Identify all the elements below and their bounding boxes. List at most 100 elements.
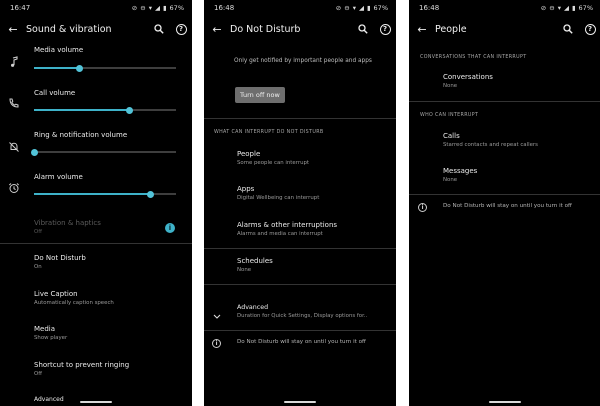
item-title: Do Not Disturb xyxy=(34,254,86,262)
item-title: Apps xyxy=(237,185,255,193)
slider-thumb[interactable] xyxy=(125,106,133,114)
slider-thumb[interactable] xyxy=(75,64,83,72)
do-not-disturb-screen: 16:48 ⊘ ⊖ ▾ ◢ ▮ 67% ← Do Not Disturb ? O… xyxy=(204,0,396,406)
media-volume-slider[interactable] xyxy=(34,64,176,72)
call-volume-slider[interactable] xyxy=(34,106,176,114)
item-title: Conversations xyxy=(443,73,493,81)
search-icon[interactable] xyxy=(148,24,170,34)
status-bar: 16:47 ⊘ ⊖ ▾ ◢ ▮ 67% xyxy=(10,3,184,13)
item-subtitle: On xyxy=(34,264,42,270)
app-bar: ← Sound & vibration ? xyxy=(0,18,192,40)
search-icon[interactable] xyxy=(557,24,579,34)
status-bar: 16:48 ⊘ ⊖ ▾ ◢ ▮ 67% xyxy=(419,3,593,13)
battery-icon: ▮ xyxy=(571,4,576,12)
battery-level: 67% xyxy=(578,4,593,12)
status-time: 16:48 xyxy=(214,4,235,12)
signal-icon: ◢ xyxy=(563,4,569,12)
section-header: WHAT CAN INTERRUPT DO NOT DISTURB xyxy=(214,130,324,135)
item-title: Calls xyxy=(443,132,460,140)
gesture-nav-bar[interactable] xyxy=(284,401,316,403)
item-subtitle: Starred contacts and repeat callers xyxy=(443,142,538,148)
turn-off-now-button[interactable]: Turn off now xyxy=(235,87,285,103)
page-title: Sound & vibration xyxy=(26,23,112,35)
gesture-nav-bar[interactable] xyxy=(80,401,112,403)
dnd-icon: ⊖ xyxy=(549,4,555,12)
vibration-haptics-item[interactable]: Vibration & haptics Off xyxy=(34,219,101,235)
ring-volume-label: Ring & notification volume xyxy=(34,131,128,139)
app-bar: ← People ? xyxy=(409,18,600,40)
media-volume-label: Media volume xyxy=(34,46,84,54)
info-icon[interactable]: i xyxy=(165,223,175,233)
gesture-nav-bar[interactable] xyxy=(489,401,521,403)
item-title: Live Caption xyxy=(34,290,78,298)
app-bar: ← Do Not Disturb ? xyxy=(204,18,396,40)
dnd-icon: ⊖ xyxy=(140,4,146,12)
slider-thumb[interactable] xyxy=(146,190,154,198)
wifi-icon: ▾ xyxy=(557,4,561,12)
help-icon[interactable]: ? xyxy=(584,23,596,35)
battery-level: 67% xyxy=(169,4,184,12)
wifi-icon: ▾ xyxy=(148,4,152,12)
dnd-description: Only get notified by important people an… xyxy=(234,58,372,64)
section-header-conversations: CONVERSATIONS THAT CAN INTERRUPT xyxy=(420,55,527,60)
dnd-item-people[interactable]: People Some people can interrupt xyxy=(237,150,309,166)
divider xyxy=(409,101,600,102)
settings-item-live-caption[interactable]: Live Caption Automatically caption speec… xyxy=(34,290,114,306)
status-bar: 16:48 ⊘ ⊖ ▾ ◢ ▮ 67% xyxy=(214,3,388,13)
signal-icon: ◢ xyxy=(154,4,160,12)
back-arrow-icon[interactable]: ← xyxy=(409,23,435,36)
item-title: Schedules xyxy=(237,257,273,265)
dnd-item-alarms-other[interactable]: Alarms & other interruptions Alarms and … xyxy=(237,221,337,237)
help-icon[interactable]: ? xyxy=(175,23,187,35)
vibration-subtitle: Off xyxy=(34,229,42,235)
mute-icon: ⊘ xyxy=(131,4,138,12)
settings-item-do-not-disturb[interactable]: Do Not Disturb On xyxy=(34,254,86,270)
page-title: Do Not Disturb xyxy=(230,23,301,35)
slider-thumb[interactable] xyxy=(30,148,38,156)
back-arrow-icon[interactable]: ← xyxy=(204,23,230,36)
status-time: 16:48 xyxy=(419,4,440,12)
sound-vibration-screen: 16:47 ⊘ ⊖ ▾ ◢ ▮ 67% ← Sound & vibration … xyxy=(0,0,192,406)
music-note-icon xyxy=(11,56,18,67)
alarm-clock-icon xyxy=(8,183,20,193)
settings-item-advanced[interactable]: Advanced xyxy=(34,396,64,403)
ring-volume-slider[interactable] xyxy=(30,148,176,156)
back-arrow-icon[interactable]: ← xyxy=(0,23,26,36)
item-subtitle: None xyxy=(443,177,458,183)
help-icon[interactable]: ? xyxy=(379,23,391,35)
dnd-item-schedules[interactable]: Schedules None xyxy=(237,257,273,273)
people-item-calls[interactable]: Calls Starred contacts and repeat caller… xyxy=(443,132,538,148)
alarm-volume-slider[interactable] xyxy=(34,190,176,198)
item-subtitle: Automatically caption speech xyxy=(34,300,114,306)
item-title: Shortcut to prevent ringing xyxy=(34,361,130,369)
divider xyxy=(204,118,396,119)
divider xyxy=(204,284,396,285)
item-title: Advanced xyxy=(34,396,64,403)
dnd-item-advanced[interactable]: Advanced Duration for Quick Settings, Di… xyxy=(237,304,367,319)
item-title: Media xyxy=(34,325,56,333)
dnd-item-apps[interactable]: Apps Digital Wellbeing can interrupt xyxy=(237,185,319,201)
info-icon: i xyxy=(212,339,221,348)
mute-icon: ⊘ xyxy=(540,4,547,12)
item-subtitle: Some people can interrupt xyxy=(237,160,310,166)
chevron-down-icon[interactable] xyxy=(213,305,221,324)
item-title: People xyxy=(237,150,261,158)
people-item-messages[interactable]: Messages None xyxy=(443,167,477,183)
vibration-title: Vibration & haptics xyxy=(34,219,101,227)
settings-item-shortcut-prevent-ringing[interactable]: Shortcut to prevent ringing Off xyxy=(34,361,129,377)
item-subtitle: None xyxy=(443,83,458,89)
bell-off-icon xyxy=(9,142,19,152)
divider xyxy=(204,330,396,331)
item-subtitle: Alarms and media can interrupt xyxy=(237,231,323,237)
item-subtitle: Off xyxy=(34,371,42,377)
settings-item-media[interactable]: Media Show player xyxy=(34,325,67,341)
people-footer-note: Do Not Disturb will stay on until you tu… xyxy=(443,203,572,209)
dnd-icon: ⊖ xyxy=(344,4,350,12)
people-item-conversations[interactable]: Conversations None xyxy=(443,73,493,89)
battery-level: 67% xyxy=(373,4,388,12)
alarm-volume-label: Alarm volume xyxy=(34,173,83,181)
wifi-icon: ▾ xyxy=(352,4,356,12)
search-icon[interactable] xyxy=(352,24,374,34)
signal-icon: ◢ xyxy=(358,4,364,12)
battery-icon: ▮ xyxy=(162,4,167,12)
